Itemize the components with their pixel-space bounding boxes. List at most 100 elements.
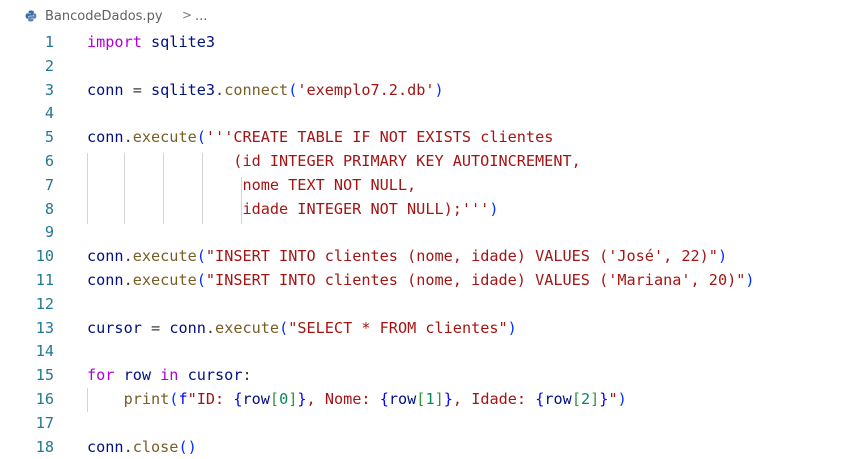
code-token: execute [132, 128, 197, 147]
code-token: () [178, 437, 197, 456]
code-token: conn [87, 128, 124, 147]
code-token: : [242, 366, 252, 385]
code-token: . [123, 271, 133, 289]
code-line[interactable]: 15 for row in cursor: [0, 364, 852, 388]
code-line[interactable]: 11 conn.execute("INSERT INTO clientes (no… [0, 269, 852, 293]
line-number: 8 [44, 199, 54, 218]
code-line[interactable]: 12 [0, 293, 852, 317]
line-number: 11 [35, 271, 54, 289]
code-token: , Idade: [452, 390, 536, 408]
line-number: 18 [35, 437, 54, 456]
code-token: ) [617, 390, 627, 408]
code-token: } [443, 390, 453, 408]
code-text: conn.execute("INSERT INTO clientes (nome… [87, 269, 755, 293]
code-token: 2 [580, 390, 591, 408]
line-number: 12 [35, 294, 54, 313]
code-line[interactable]: 5 conn.execute('''CREATE TABLE IF NOT EXI… [0, 126, 852, 150]
code-token: [ [571, 390, 581, 408]
code-text: import sqlite3 [87, 31, 215, 55]
line-number: 9 [44, 223, 54, 242]
code-token: (id INTEGER PRIMARY KEY AUTOINCREMENT, [87, 152, 581, 170]
line-number: 2 [44, 56, 54, 75]
code-token: } [297, 390, 307, 408]
code-token: ) [507, 318, 517, 337]
line-number: 5 [44, 128, 54, 147]
code-text: cursor = conn.execute("SELECT * FROM cli… [87, 317, 517, 341]
code-token: "SELECT * FROM clientes" [288, 318, 508, 337]
code-token: print [123, 390, 170, 408]
chevron-right-icon: > [182, 8, 193, 22]
line-number: 6 [44, 152, 54, 170]
code-token: ( [196, 271, 206, 289]
code-token: nome TEXT NOT NULL, [87, 175, 417, 194]
line-number: 17 [35, 413, 54, 432]
code-line[interactable]: 1 import sqlite3 [0, 31, 852, 55]
code-token: ( [196, 247, 206, 266]
code-token: ] [590, 390, 600, 408]
code-editor[interactable]: 1 import sqlite3 2 3 conn = sqlite3.connect(… [0, 31, 852, 459]
code-text: conn = sqlite3.connect('exemplo7.2.db') [87, 79, 444, 103]
code-line[interactable]: 17 [0, 412, 852, 436]
code-line[interactable]: 9 [0, 221, 852, 245]
code-token: 1 [425, 390, 435, 408]
line-number: 16 [35, 390, 54, 408]
code-line[interactable]: 8 idade INTEGER NOT NULL);''') [0, 198, 852, 222]
code-token: ] [434, 390, 444, 408]
breadcrumb: BancodeDados.py > ... [0, 0, 852, 34]
code-line[interactable]: 4 [0, 102, 852, 126]
code-token: '''CREATE TABLE IF NOT EXISTS clientes [205, 128, 554, 147]
code-token: row [544, 390, 572, 408]
code-token: ( [279, 318, 289, 337]
code-token: idade INTEGER NOT NULL);''' [87, 199, 490, 218]
line-number: 4 [44, 104, 54, 123]
code-token: . [123, 128, 133, 147]
code-token: { [379, 390, 389, 408]
breadcrumb-ellipsis[interactable]: ... [195, 9, 207, 24]
code-token: conn [87, 80, 124, 99]
breadcrumb-file-name[interactable]: BancodeDados.py [45, 9, 163, 24]
code-token: . [205, 318, 216, 337]
code-line[interactable]: 7 nome TEXT NOT NULL, [0, 174, 852, 198]
code-token: ) [489, 199, 499, 218]
code-token: cursor [178, 366, 243, 385]
code-token: row [114, 366, 161, 385]
python-file-icon [25, 10, 37, 22]
code-token: ( [288, 80, 298, 99]
code-token: 0 [279, 390, 289, 408]
code-token: ( [196, 128, 206, 147]
code-token: sqlite3 [141, 33, 216, 51]
code-line[interactable]: 6 (id INTEGER PRIMARY KEY AUTOINCREMENT, [0, 150, 852, 174]
code-line[interactable]: 2 [0, 55, 852, 79]
code-text: conn.close() [87, 436, 197, 459]
code-token: = [141, 318, 170, 337]
code-line[interactable]: 18 conn.close() [0, 436, 852, 459]
code-token: , Nome: [306, 390, 380, 408]
line-number: 10 [35, 247, 54, 266]
code-line[interactable]: 14 [0, 340, 852, 364]
code-token: [ [269, 390, 280, 408]
code-token: ) [745, 271, 755, 289]
code-token: connect [224, 80, 289, 99]
code-line[interactable]: 13 cursor = conn.execute("SELECT * FROM c… [0, 317, 852, 341]
code-token: f [178, 390, 188, 408]
code-text: conn.execute('''CREATE TABLE IF NOT EXIS… [87, 126, 553, 150]
code-line[interactable]: 3 conn = sqlite3.connect('exemplo7.2.db') [0, 79, 852, 103]
line-number: 14 [35, 342, 54, 361]
code-token: row [388, 390, 417, 408]
code-token: conn [169, 318, 206, 337]
code-line[interactable]: 10 conn.execute("INSERT INTO clientes (no… [0, 245, 852, 269]
line-number: 13 [35, 318, 54, 337]
code-text: idade INTEGER NOT NULL);''') [87, 198, 498, 222]
code-token: import [87, 33, 142, 51]
code-text: for row in cursor: [87, 364, 252, 388]
code-token: = [123, 80, 152, 99]
code-line[interactable]: 16 print(f"ID: {row[0]}, Nome: {row[1]},… [0, 388, 852, 412]
code-text: conn.execute("INSERT INTO clientes (nome… [87, 245, 727, 269]
code-token: conn [87, 437, 124, 456]
code-token: conn [87, 271, 124, 289]
line-number: 15 [35, 366, 54, 385]
code-token: ) [434, 80, 444, 99]
code-token: . [123, 247, 133, 266]
code-token: close [132, 437, 179, 456]
